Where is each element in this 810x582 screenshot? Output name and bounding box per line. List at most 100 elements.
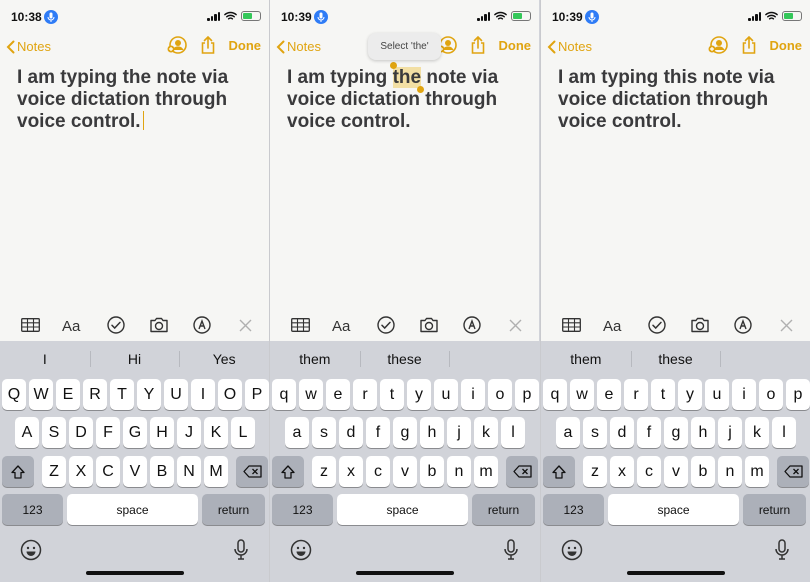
letter-key[interactable]: i xyxy=(461,379,485,410)
close-icon[interactable] xyxy=(233,313,257,337)
letter-key[interactable]: s xyxy=(583,417,607,448)
checklist-icon[interactable] xyxy=(645,313,669,337)
letter-key[interactable]: s xyxy=(312,417,336,448)
note-body[interactable]: I am typing the note via voice dictation… xyxy=(17,67,259,133)
letter-key[interactable]: m xyxy=(474,456,498,487)
letter-key[interactable]: k xyxy=(474,417,498,448)
add-people-icon[interactable] xyxy=(167,36,187,54)
return-key[interactable]: return xyxy=(743,494,806,525)
share-icon[interactable] xyxy=(201,36,215,54)
letter-key[interactable]: D xyxy=(69,417,93,448)
letter-key[interactable]: u xyxy=(434,379,458,410)
letter-key[interactable]: f xyxy=(366,417,390,448)
letter-key[interactable]: V xyxy=(123,456,147,487)
letter-key[interactable]: Q xyxy=(2,379,26,410)
letter-key[interactable]: l xyxy=(772,417,796,448)
letter-key[interactable]: L xyxy=(231,417,255,448)
letter-key[interactable]: z xyxy=(583,456,607,487)
letter-key[interactable]: a xyxy=(556,417,580,448)
note-body[interactable]: I am typing this note via voice dictatio… xyxy=(558,67,800,133)
table-icon[interactable] xyxy=(288,313,312,337)
letter-key[interactable]: W xyxy=(29,379,53,410)
backspace-key[interactable] xyxy=(506,456,538,487)
checklist-icon[interactable] xyxy=(104,313,128,337)
letter-key[interactable]: F xyxy=(96,417,120,448)
backspace-key[interactable] xyxy=(236,456,268,487)
letter-key[interactable]: v xyxy=(664,456,688,487)
shift-key[interactable] xyxy=(272,456,304,487)
share-icon[interactable] xyxy=(471,36,485,54)
letter-key[interactable]: w xyxy=(299,379,323,410)
letter-key[interactable]: p xyxy=(786,379,810,410)
letter-key[interactable]: r xyxy=(353,379,377,410)
letter-key[interactable]: g xyxy=(664,417,688,448)
return-key[interactable]: return xyxy=(472,494,535,525)
text-format-icon[interactable]: Aa xyxy=(61,313,85,337)
letter-key[interactable]: B xyxy=(150,456,174,487)
letter-key[interactable]: N xyxy=(177,456,201,487)
selected-word[interactable]: the xyxy=(389,62,425,93)
suggestion-item[interactable]: these xyxy=(630,347,721,371)
text-format-icon[interactable]: Aa xyxy=(331,313,355,337)
letter-key[interactable]: x xyxy=(339,456,363,487)
letter-key[interactable]: n xyxy=(718,456,742,487)
letter-key[interactable]: q xyxy=(272,379,296,410)
letter-key[interactable]: Y xyxy=(137,379,161,410)
markup-pen-icon[interactable] xyxy=(460,313,484,337)
letter-key[interactable]: P xyxy=(245,379,269,410)
letter-key[interactable]: g xyxy=(393,417,417,448)
close-icon[interactable] xyxy=(774,313,798,337)
checklist-icon[interactable] xyxy=(374,313,398,337)
letter-key[interactable]: U xyxy=(164,379,188,410)
letter-key[interactable]: H xyxy=(150,417,174,448)
letter-key[interactable]: f xyxy=(637,417,661,448)
suggestion-item[interactable]: them xyxy=(541,347,631,371)
numbers-key[interactable]: 123 xyxy=(272,494,333,525)
letter-key[interactable]: d xyxy=(610,417,634,448)
add-people-icon[interactable] xyxy=(708,36,728,54)
letter-key[interactable]: o xyxy=(759,379,783,410)
letter-key[interactable]: q xyxy=(543,379,567,410)
done-button[interactable]: Done xyxy=(499,38,532,53)
suggestion-item[interactable]: I xyxy=(0,347,90,371)
letter-key[interactable]: l xyxy=(501,417,525,448)
letter-key[interactable]: b xyxy=(420,456,444,487)
space-key[interactable]: space xyxy=(608,494,739,525)
letter-key[interactable]: G xyxy=(123,417,147,448)
letter-key[interactable]: Z xyxy=(42,456,66,487)
numbers-key[interactable]: 123 xyxy=(2,494,63,525)
suggestion-item[interactable]: Hi xyxy=(89,347,180,371)
letter-key[interactable]: I xyxy=(191,379,215,410)
letter-key[interactable]: w xyxy=(570,379,594,410)
letter-key[interactable]: t xyxy=(651,379,675,410)
letter-key[interactable]: d xyxy=(339,417,363,448)
close-icon[interactable] xyxy=(503,313,527,337)
letter-key[interactable]: A xyxy=(15,417,39,448)
letter-key[interactable]: j xyxy=(447,417,471,448)
letter-key[interactable]: p xyxy=(515,379,539,410)
letter-key[interactable]: S xyxy=(42,417,66,448)
back-button[interactable]: Notes xyxy=(547,39,592,54)
letter-key[interactable]: C xyxy=(96,456,120,487)
letter-key[interactable]: m xyxy=(745,456,769,487)
text-format-icon[interactable]: Aa xyxy=(602,313,626,337)
suggestion-item[interactable]: these xyxy=(359,347,450,371)
selection-start-handle[interactable] xyxy=(389,62,397,69)
letter-key[interactable]: y xyxy=(407,379,431,410)
suggestion-item[interactable] xyxy=(449,347,539,371)
letter-key[interactable]: k xyxy=(745,417,769,448)
letter-key[interactable]: z xyxy=(312,456,336,487)
letter-key[interactable]: K xyxy=(204,417,228,448)
letter-key[interactable]: y xyxy=(678,379,702,410)
suggestion-item[interactable]: them xyxy=(270,347,360,371)
done-button[interactable]: Done xyxy=(229,38,262,53)
camera-icon[interactable] xyxy=(147,313,171,337)
letter-key[interactable]: x xyxy=(610,456,634,487)
shift-key[interactable] xyxy=(2,456,34,487)
letter-key[interactable]: e xyxy=(597,379,621,410)
letter-key[interactable]: a xyxy=(285,417,309,448)
letter-key[interactable]: j xyxy=(718,417,742,448)
share-icon[interactable] xyxy=(742,36,756,54)
emoji-icon[interactable] xyxy=(290,539,312,561)
mic-icon[interactable] xyxy=(774,539,790,561)
